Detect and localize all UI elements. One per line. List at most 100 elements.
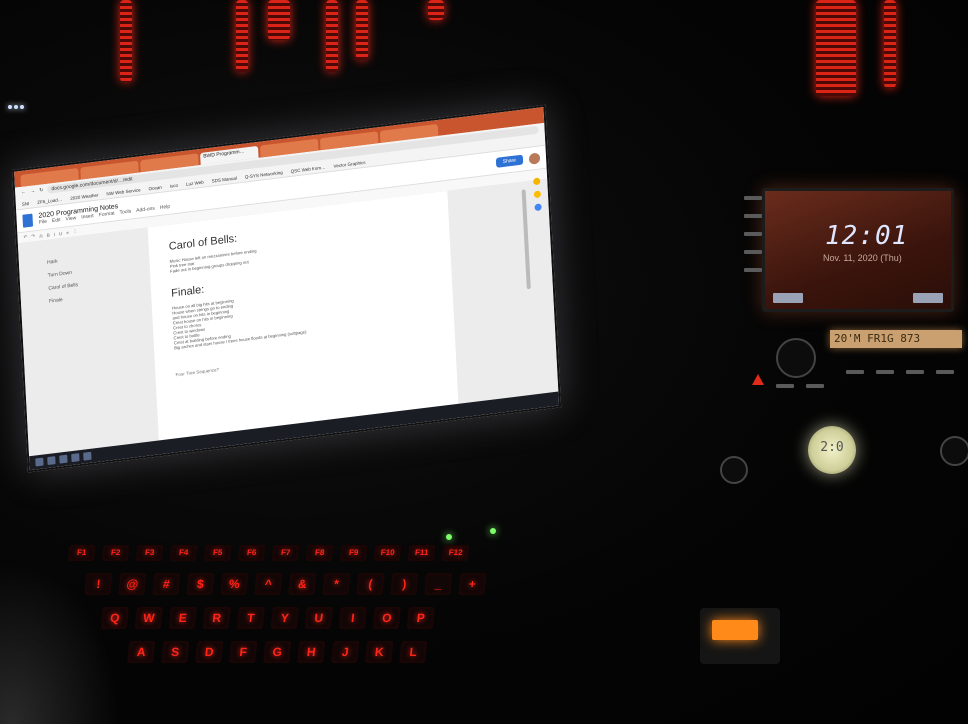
outline-item[interactable]: Finale [49,287,141,305]
menu-tools[interactable]: Tools [119,208,131,215]
key[interactable]: F2 [101,545,130,561]
bookmark[interactable]: SDS Manual [212,175,237,183]
key[interactable]: F9 [339,545,368,561]
italic-icon[interactable]: I [54,231,56,236]
back-icon[interactable]: ← [21,189,26,196]
tasks-icon[interactable] [534,203,542,212]
key[interactable]: D [195,641,224,663]
key[interactable]: T [236,607,265,629]
reload-icon[interactable]: ↻ [39,187,44,193]
radio-button[interactable] [906,370,924,374]
forward-icon[interactable]: → [30,188,35,195]
key[interactable]: F1 [67,545,96,561]
menu-edit[interactable]: Edit [52,217,61,224]
bookmark[interactable]: ZF6_Load… [37,196,62,204]
bookmark[interactable]: SNI [22,200,30,206]
key[interactable]: P [406,607,435,629]
menu-format[interactable]: Format [99,210,115,218]
docs-logo-icon[interactable] [22,213,34,228]
key[interactable]: F5 [203,545,232,561]
panel-button[interactable] [744,196,762,200]
key[interactable]: * [322,573,351,595]
key[interactable]: K [365,641,394,663]
bold-icon[interactable]: B [47,232,50,237]
key[interactable]: F11 [407,545,436,561]
key[interactable]: F4 [169,545,198,561]
key[interactable]: H [297,641,326,663]
redo-icon[interactable]: ↷ [31,233,35,239]
menu-insert[interactable]: Insert [81,213,94,220]
list-icon[interactable]: ⋮ [73,228,78,235]
bookmark[interactable]: NW Web Service [106,187,140,196]
share-button[interactable]: Share [495,154,524,168]
start-icon[interactable] [35,457,44,467]
underline-icon[interactable]: U [59,230,63,235]
radio-button[interactable] [876,370,894,374]
key[interactable]: F12 [441,545,470,561]
undo-icon[interactable]: ↶ [23,234,27,240]
key[interactable]: A [127,641,156,663]
key[interactable]: $ [186,573,215,595]
key[interactable]: ( [356,573,385,595]
key[interactable]: W [134,607,163,629]
bookmark[interactable]: 2020 Weather [70,192,98,200]
bookmark[interactable]: Isco [170,182,179,188]
key[interactable]: I [338,607,367,629]
key[interactable]: ^ [254,573,283,595]
panel-button[interactable] [744,250,762,254]
key[interactable]: L [399,641,428,663]
taskbar-app-icon[interactable] [83,451,92,461]
bookmark[interactable]: QSC Web from… [290,164,325,173]
calendar-icon[interactable] [533,177,541,186]
menu-addons[interactable]: Add-ons [136,205,155,213]
key[interactable]: F7 [271,545,300,561]
key[interactable]: & [288,573,317,595]
key[interactable]: J [331,641,360,663]
key[interactable]: @ [118,573,147,595]
key[interactable]: Y [270,607,299,629]
panel-button[interactable] [744,232,762,236]
menu-view[interactable]: View [65,215,76,222]
hazard-icon[interactable] [752,374,764,385]
key[interactable]: _ [424,573,453,595]
volume-knob[interactable] [776,338,816,378]
taskbar-app-icon[interactable] [59,454,68,464]
climate-dial[interactable]: 2:0 [808,426,856,474]
key[interactable]: % [220,573,249,595]
key[interactable]: U [304,607,333,629]
menu-help[interactable]: Help [160,203,171,210]
print-icon[interactable]: ⎙ [39,233,43,238]
key[interactable]: F3 [135,545,164,561]
key[interactable]: F10 [373,545,402,561]
avatar[interactable] [528,152,541,165]
key[interactable]: ) [390,573,419,595]
key[interactable]: F [229,641,258,663]
radio-button[interactable] [846,370,864,374]
key[interactable]: # [152,573,181,595]
control-knob[interactable] [720,456,748,484]
taskbar-app-icon[interactable] [47,456,56,466]
key[interactable]: F6 [237,545,266,561]
key[interactable]: S [161,641,190,663]
key[interactable]: O [372,607,401,629]
radio-button[interactable] [776,384,794,388]
clock-soft-button[interactable] [913,293,943,303]
key[interactable]: F8 [305,545,334,561]
document-page[interactable]: Carol of Bells: Music House left on mezz… [147,190,459,441]
bookmark[interactable]: Luz Web [186,179,204,186]
bookmark[interactable]: Vector Graphics [333,159,365,168]
keep-icon[interactable] [533,190,542,199]
key[interactable]: R [202,607,231,629]
control-knob[interactable] [940,436,968,466]
radio-button[interactable] [806,384,824,388]
key[interactable]: E [168,607,197,629]
clock-soft-button[interactable] [773,293,803,303]
panel-button[interactable] [744,268,762,272]
key[interactable]: G [263,641,292,663]
align-icon[interactable]: ≡ [66,230,69,235]
radio-button[interactable] [936,370,954,374]
menu-file[interactable]: File [39,218,47,225]
bookmark[interactable]: Ocean [148,184,162,191]
taskbar-app-icon[interactable] [71,453,80,463]
key[interactable]: + [458,573,487,595]
